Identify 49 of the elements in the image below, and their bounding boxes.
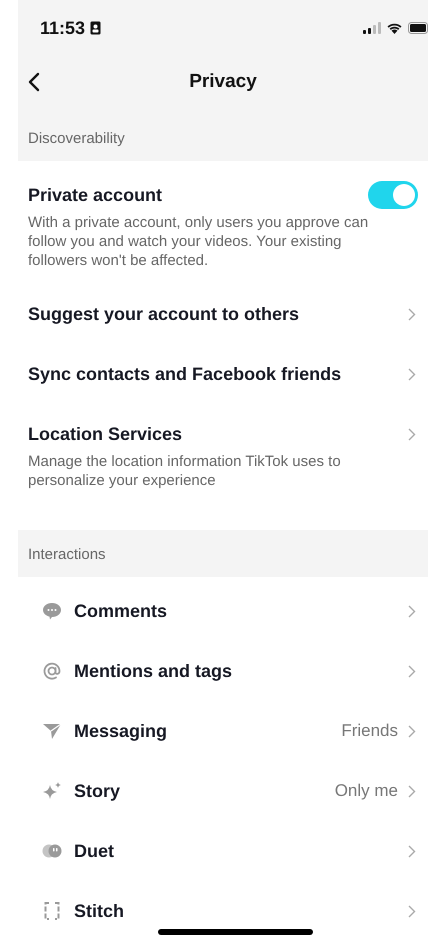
chevron-icon xyxy=(408,604,416,618)
row-label: Sync contacts and Facebook friends xyxy=(28,364,342,384)
row-label: Duet xyxy=(74,840,114,862)
chevron-icon xyxy=(408,904,416,918)
signal-icon xyxy=(363,22,381,34)
settings-row[interactable]: Private account xyxy=(18,165,428,213)
section-header: Interactions xyxy=(27,545,107,565)
settings-row[interactable]: Duet xyxy=(18,821,428,881)
battery-icon xyxy=(408,22,428,34)
settings-row[interactable]: Sync contacts and Facebook friends xyxy=(18,344,428,404)
settings-row[interactable]: Suggest your account to others xyxy=(18,284,428,344)
at-sign-icon xyxy=(42,661,62,681)
chevron-icon xyxy=(408,784,416,798)
settings-row[interactable]: Comments xyxy=(18,581,428,641)
settings-row[interactable]: Location Services xyxy=(18,404,428,452)
row-label: Stitch xyxy=(74,900,124,922)
row-label: Messaging xyxy=(74,720,168,742)
back-icon[interactable] xyxy=(28,72,40,92)
row-label: Story xyxy=(74,780,120,802)
status-time: 11:53 xyxy=(40,18,86,38)
chevron-icon xyxy=(408,664,416,678)
row-value: Friends xyxy=(341,721,398,741)
section-header: Discoverability xyxy=(27,129,126,149)
row-label: Comments xyxy=(74,600,168,622)
chevron-icon xyxy=(408,368,416,380)
chevron-icon xyxy=(408,308,416,320)
bracket-frame-icon xyxy=(43,901,61,921)
sparkle-icon xyxy=(42,781,62,801)
page-title: Privacy xyxy=(189,71,257,93)
paper-plane-icon xyxy=(42,722,62,740)
wifi-icon xyxy=(386,22,403,34)
row-label: Suggest your account to others xyxy=(28,304,300,324)
row-label: Location Services xyxy=(28,424,182,444)
row-description: Manage the location information TikTok uses to personalize your experience xyxy=(27,452,342,491)
row-value: Only me xyxy=(334,781,398,801)
duet-circles-icon xyxy=(42,843,62,859)
chevron-icon xyxy=(408,844,416,858)
toggle-switch[interactable] xyxy=(368,181,418,209)
speech-bubble-icon xyxy=(42,602,62,620)
contact-card-icon xyxy=(90,21,102,35)
chevron-icon xyxy=(408,428,416,440)
settings-row[interactable]: Stitch xyxy=(18,881,428,939)
row-label: Mentions and tags xyxy=(74,660,232,682)
row-description: With a private account, only users you approve can follow you and watch your videos. Your existing followers won't be affected. xyxy=(27,213,370,271)
settings-row[interactable]: Mentions and tags xyxy=(18,641,428,701)
settings-row[interactable]: Story Only me xyxy=(18,761,428,821)
chevron-icon xyxy=(408,724,416,738)
row-label: Private account xyxy=(28,184,162,206)
settings-row[interactable]: Messaging Friends xyxy=(18,701,428,761)
